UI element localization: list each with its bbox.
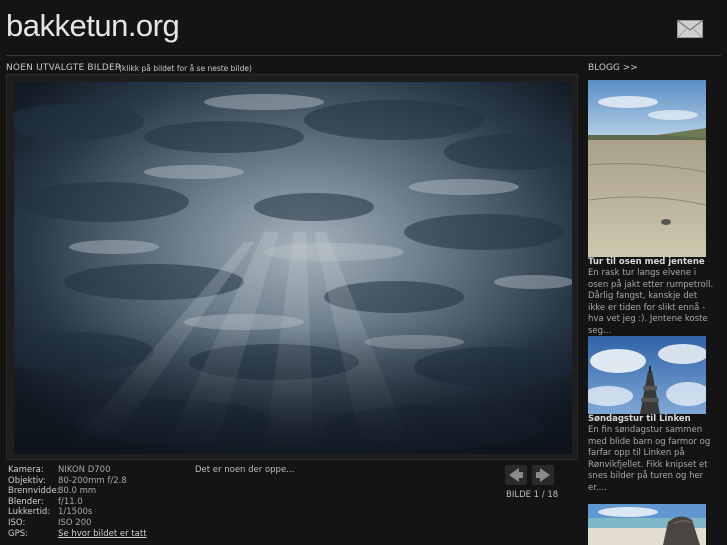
exif-row: Kamera: NIKON D700 — [8, 465, 147, 476]
blog-post-thumbnail[interactable] — [588, 80, 706, 257]
exif-label: Kamera: — [8, 465, 44, 475]
image-counter: BILDE 1 / 18 — [506, 490, 559, 500]
arrow-left-icon[interactable] — [505, 465, 527, 485]
blog-post-title[interactable]: Tur til osen med jentene — [588, 257, 720, 267]
gallery-title: NOEN UTVALGTE BILDER — [6, 63, 122, 73]
exif-label: Lukkertid: — [8, 507, 51, 518]
site-title[interactable]: bakketun.org — [6, 8, 180, 44]
exif-label: Brennvidde: — [8, 486, 60, 497]
blog-link[interactable]: BLOGG >> — [588, 63, 638, 73]
blog-post-excerpt: En fin søndagstur sammen med blide barn … — [588, 425, 711, 493]
mail-icon[interactable] — [677, 20, 703, 38]
exif-row: Brennvidde: 80.0 mm — [8, 486, 147, 497]
exif-value: NIKON D700 — [58, 465, 111, 475]
exif-value: ISO 200 — [58, 517, 92, 528]
header-divider — [6, 55, 721, 56]
exif-value: 80.0 mm — [58, 486, 97, 497]
blog-post-thumbnail[interactable] — [588, 504, 706, 545]
blog-post-thumbnail[interactable] — [588, 336, 706, 414]
exif-label: Blender: — [8, 496, 44, 507]
exif-label: Objektiv: — [8, 475, 46, 486]
gps-map-link[interactable]: Se hvor bildet er tatt — [58, 529, 147, 540]
exif-label: ISO: — [8, 517, 26, 528]
gallery-hint: (klikk på bildet for å se neste bilde) — [119, 64, 252, 73]
exif-row: GPS: Se hvor bildet er tatt — [8, 529, 147, 540]
exif-table: Kamera: NIKON D700 Objektiv: 80-200mm f/… — [8, 465, 147, 539]
exif-row: Blender: f/11.0 — [8, 497, 147, 508]
main-photo[interactable] — [14, 82, 572, 454]
blog-post-excerpt: En rask tur langs elvene i osen på jakt … — [588, 268, 714, 336]
exif-value: 80-200mm f/2.8 — [58, 475, 127, 486]
blog-post-title[interactable]: Søndagstur til Linken — [588, 414, 720, 424]
exif-row: Objektiv: 80-200mm f/2.8 — [8, 476, 147, 487]
exif-row: ISO: ISO 200 — [8, 518, 147, 529]
exif-row: Lukkertid: 1/1500s — [8, 507, 147, 518]
exif-value: 1/1500s — [58, 507, 93, 518]
exif-value: f/11.0 — [58, 496, 83, 507]
photo-caption: Det er noen der oppe... — [195, 465, 295, 475]
photo-frame — [6, 74, 578, 460]
arrow-right-icon[interactable] — [532, 465, 554, 485]
exif-label: GPS: — [8, 528, 28, 539]
